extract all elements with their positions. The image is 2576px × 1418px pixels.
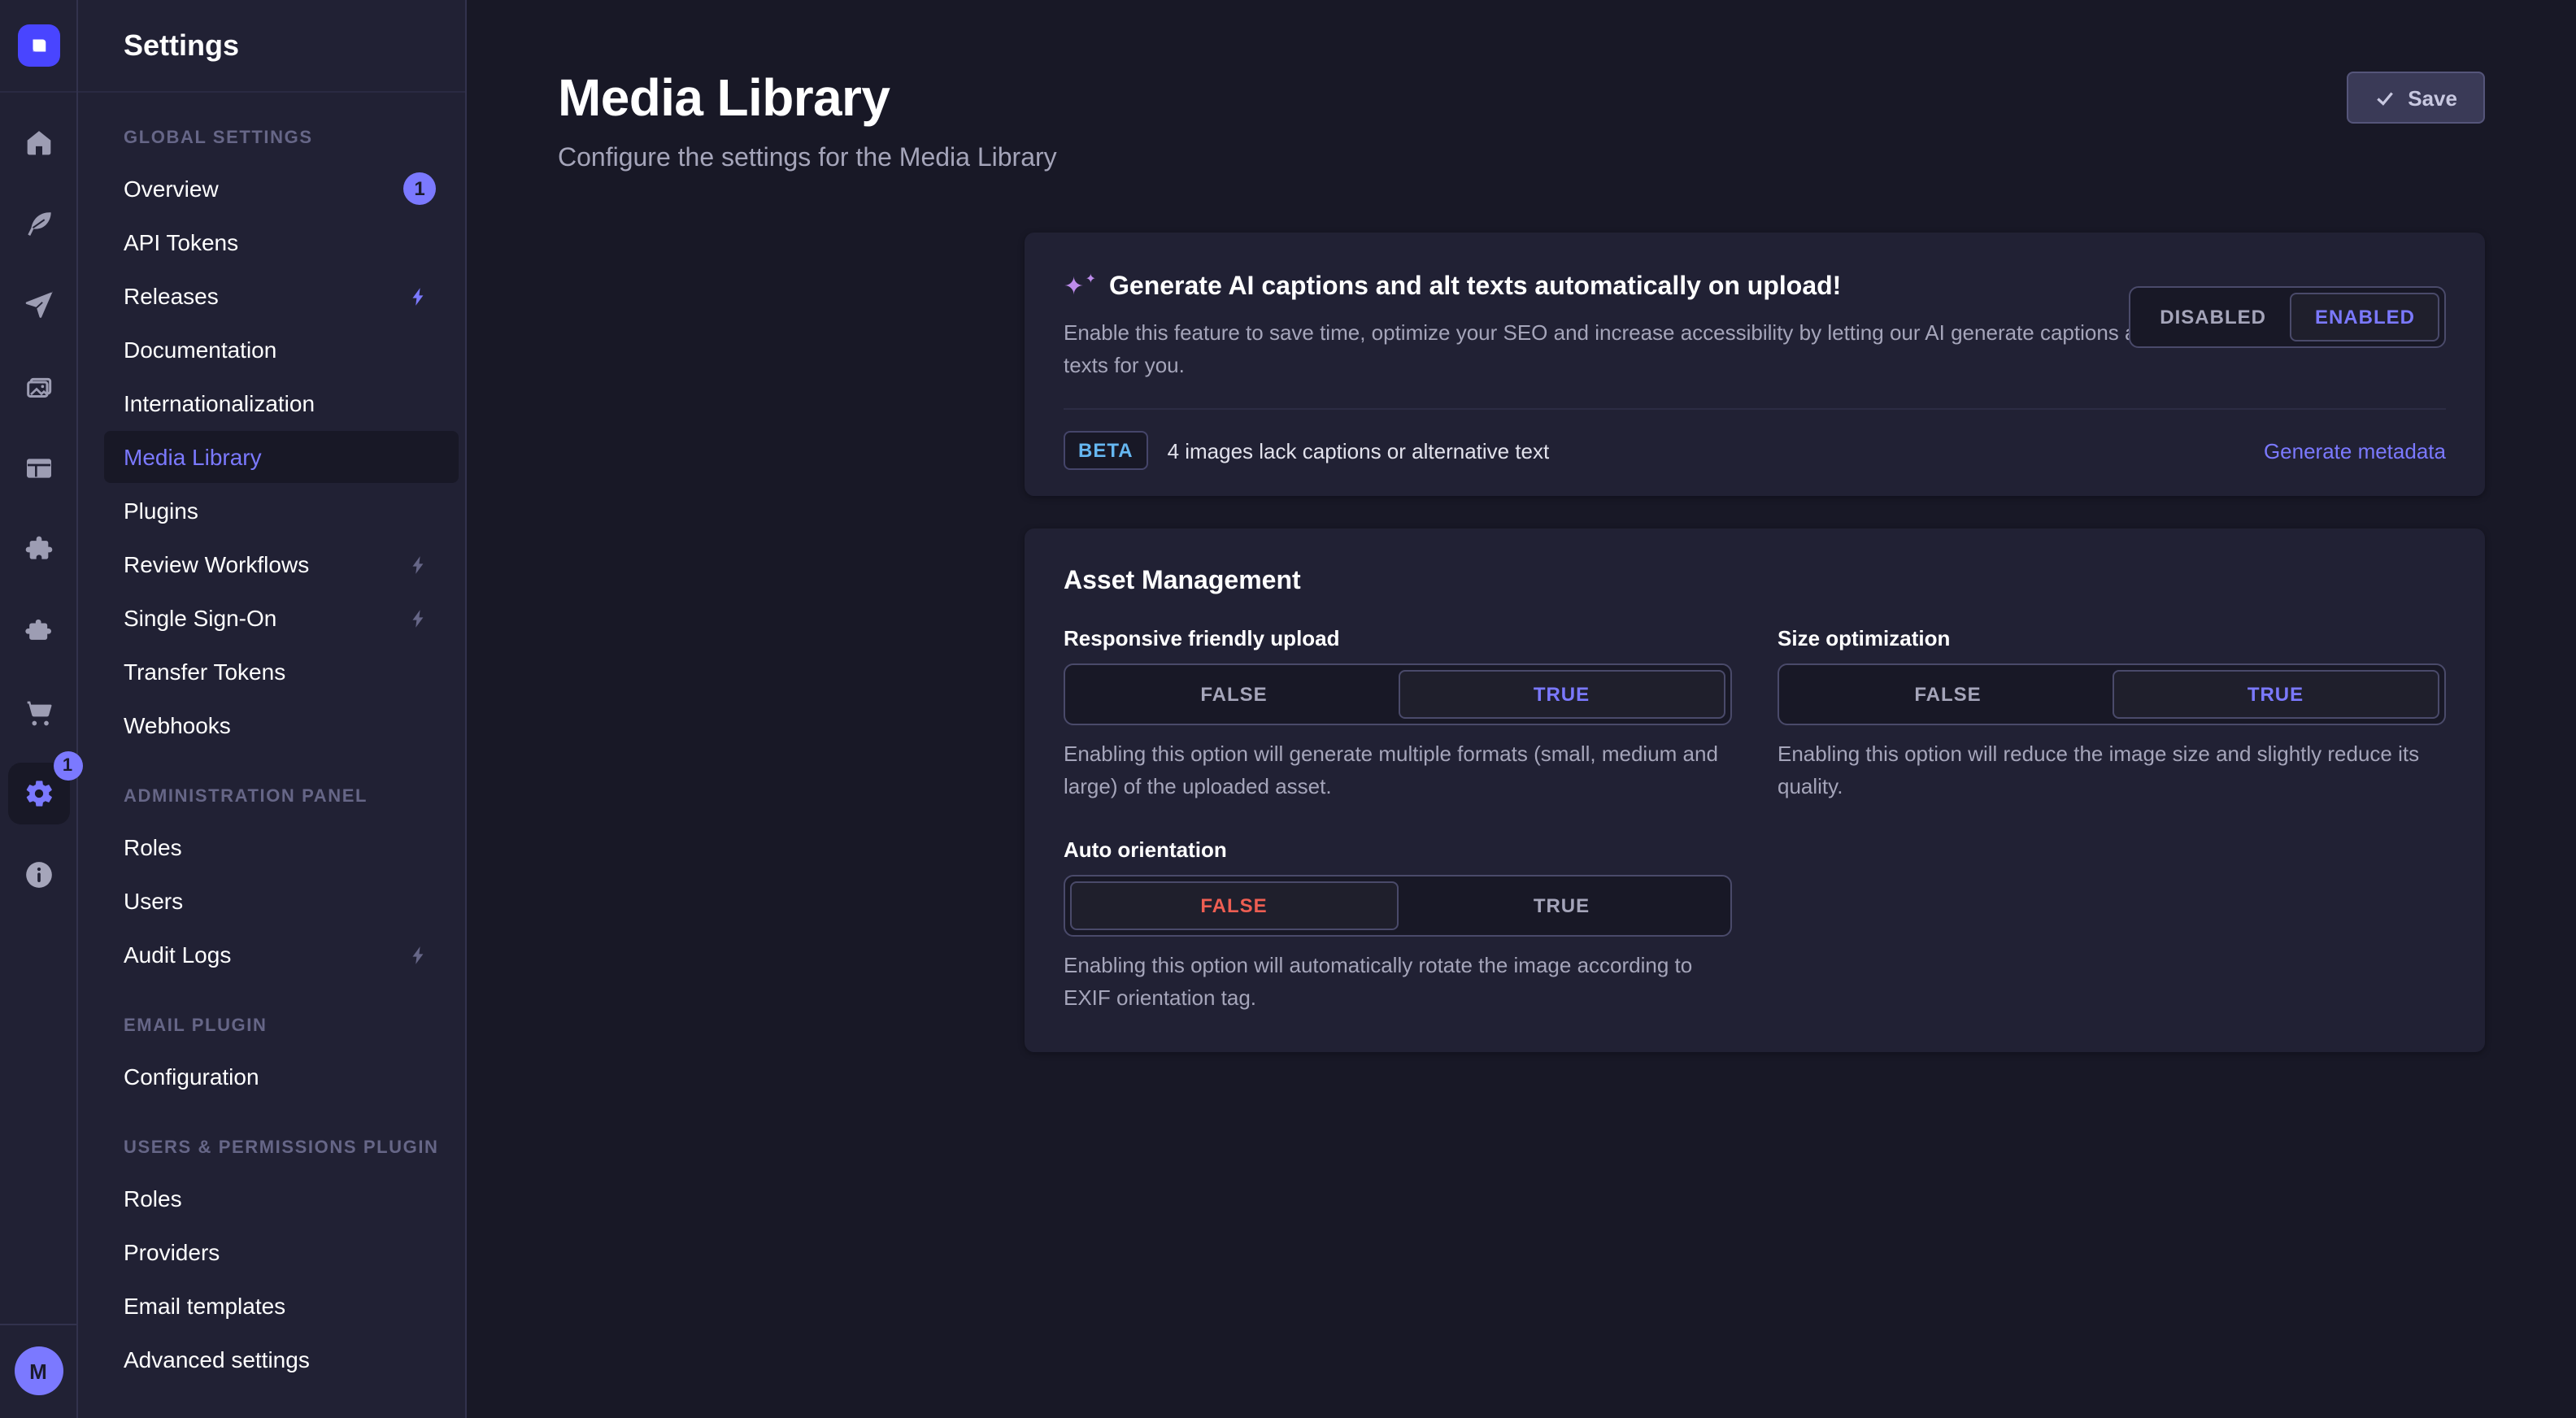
lightning-icon — [408, 554, 429, 575]
strapi-logo-icon — [24, 31, 53, 60]
content-type-builder-icon[interactable] — [6, 428, 71, 509]
sidebar-item-up-roles[interactable]: Roles — [104, 1172, 459, 1224]
asset-management-card: Asset Management Responsive friendly upl… — [1025, 528, 2485, 1052]
size-optimization-false-option[interactable]: FALSE — [1784, 670, 2112, 719]
missing-captions-status: 4 images lack captions or alternative te… — [1168, 439, 1550, 463]
sidebar-item-webhooks[interactable]: Webhooks — [104, 699, 459, 751]
sidebar-item-api-tokens[interactable]: API Tokens — [104, 216, 459, 268]
overview-badge: 1 — [403, 172, 436, 205]
settings-active-highlight: 1 — [7, 763, 69, 824]
stage: 1 M Settings GLOBAL SETTINGS — [0, 0, 2576, 1418]
asset-management-fields: Responsive friendly upload FALSE TRUE En… — [1064, 626, 2446, 1013]
auto-orientation-false-option[interactable]: FALSE — [1070, 881, 1398, 930]
sidebar-item-configuration[interactable]: Configuration — [104, 1050, 459, 1103]
banner-divider — [1064, 409, 2446, 411]
settings-gear-button[interactable]: 1 — [6, 753, 71, 834]
main-content: Media Library Configure the settings for… — [467, 0, 2576, 1418]
marketplace-icon[interactable] — [6, 590, 71, 672]
field-hint: Enabling this option will reduce the ima… — [1778, 738, 2446, 802]
field-hint: Enabling this option will generate multi… — [1064, 738, 1732, 802]
sidebar-item-email-templates[interactable]: Email templates — [104, 1280, 459, 1332]
deploy-icon[interactable] — [6, 265, 71, 346]
field-size-optimization: Size optimization FALSE TRUE Enabling th… — [1778, 626, 2446, 802]
page-title: Media Library — [558, 68, 2485, 128]
auto-orientation-toggle: FALSE TRUE — [1064, 875, 1732, 937]
save-button[interactable]: Save — [2346, 72, 2485, 124]
generate-metadata-link[interactable]: Generate metadata — [2264, 439, 2446, 463]
rail-bottom: M — [0, 1324, 76, 1418]
field-auto-orientation: Auto orientation FALSE TRUE Enabling thi… — [1064, 837, 1732, 1013]
sidebar-item-overview[interactable]: Overview 1 — [104, 163, 459, 215]
section-label: USERS & PERMISSIONS PLUGIN — [78, 1138, 465, 1158]
sidebar-sections: GLOBAL SETTINGS Overview 1 API Tokens Re… — [78, 93, 465, 1387]
ai-toggle-enabled-option[interactable]: ENABLED — [2291, 293, 2439, 341]
beta-badge: BETA — [1064, 432, 1148, 471]
check-icon — [2374, 87, 2395, 108]
save-button-label: Save — [2408, 85, 2457, 110]
page-subtitle: Configure the settings for the Media Lib… — [558, 145, 2485, 174]
info-button[interactable] — [6, 834, 71, 916]
nav-rail: 1 M — [0, 0, 78, 1418]
banner-description: Enable this feature to save time, optimi… — [1064, 317, 2267, 383]
sidebar-item-documentation[interactable]: Documentation — [104, 324, 459, 376]
sidebar-item-audit-logs[interactable]: Audit Logs — [104, 929, 459, 981]
field-label: Auto orientation — [1064, 837, 1732, 862]
lightning-icon — [408, 944, 429, 965]
section-label: GLOBAL SETTINGS — [78, 128, 465, 148]
size-optimization-true-option[interactable]: TRUE — [2112, 670, 2439, 719]
auto-orientation-true-option[interactable]: TRUE — [1398, 881, 1725, 930]
sidebar-item-review-workflows[interactable]: Review Workflows — [104, 538, 459, 590]
purchase-cart-icon[interactable] — [6, 672, 71, 753]
logo-area — [0, 0, 76, 93]
sidebar-item-internationalization[interactable]: Internationalization — [104, 377, 459, 429]
size-optimization-toggle: FALSE TRUE — [1778, 663, 2446, 725]
sidebar-item-advanced-settings[interactable]: Advanced settings — [104, 1333, 459, 1385]
user-avatar[interactable]: M — [14, 1346, 63, 1395]
ai-enabled-toggle: DISABLED ENABLED — [2129, 286, 2446, 348]
sidebar-item-media-library[interactable]: Media Library — [104, 431, 459, 483]
section-administration-panel: ADMINISTRATION PANEL Roles Users Audit L… — [78, 787, 465, 981]
section-users-permissions-plugin: USERS & PERMISSIONS PLUGIN Roles Provide… — [78, 1138, 465, 1385]
media-library-icon[interactable] — [6, 346, 71, 428]
lightning-icon — [408, 607, 429, 629]
ai-captions-banner: ✦✦ Generate AI captions and alt texts au… — [1025, 233, 2485, 497]
responsive-upload-true-option[interactable]: TRUE — [1398, 670, 1725, 719]
sidebar-item-providers[interactable]: Providers — [104, 1226, 459, 1278]
home-icon[interactable] — [6, 102, 71, 184]
responsive-upload-false-option[interactable]: FALSE — [1070, 670, 1398, 719]
sidebar-item-single-sign-on[interactable]: Single Sign-On — [104, 592, 459, 644]
sidebar-header: Settings — [78, 0, 465, 93]
sparkle-icon: ✦✦ — [1064, 272, 1093, 304]
gear-icon — [22, 777, 54, 810]
sidebar-item-admin-roles[interactable]: Roles — [104, 821, 459, 873]
sidebar-item-transfer-tokens[interactable]: Transfer Tokens — [104, 646, 459, 698]
ai-toggle-disabled-option[interactable]: DISABLED — [2135, 293, 2291, 341]
section-email-plugin: EMAIL PLUGIN Configuration — [78, 1016, 465, 1103]
responsive-upload-toggle: FALSE TRUE — [1064, 663, 1732, 725]
section-global-settings: GLOBAL SETTINGS Overview 1 API Tokens Re… — [78, 128, 465, 751]
sidebar-item-users[interactable]: Users — [104, 875, 459, 927]
field-responsive-friendly-upload: Responsive friendly upload FALSE TRUE En… — [1064, 626, 1732, 802]
settings-sidebar: Settings GLOBAL SETTINGS Overview 1 API … — [78, 0, 467, 1418]
section-label: ADMINISTRATION PANEL — [78, 787, 465, 807]
lightning-icon — [408, 285, 429, 307]
sidebar-item-releases[interactable]: Releases — [104, 270, 459, 322]
asset-management-title: Asset Management — [1064, 568, 2446, 597]
settings-notification-badge: 1 — [53, 751, 82, 781]
banner-title: Generate AI captions and alt texts autom… — [1109, 273, 1841, 302]
section-label: EMAIL PLUGIN — [78, 1016, 465, 1036]
strapi-logo[interactable] — [17, 24, 59, 67]
plugins-icon[interactable] — [6, 509, 71, 590]
content-icon[interactable] — [6, 184, 71, 265]
strapi-settings-app: 1 M Settings GLOBAL SETTINGS — [0, 0, 2576, 1418]
banner-footer-row: BETA 4 images lack captions or alternati… — [1064, 432, 2446, 471]
field-label: Responsive friendly upload — [1064, 626, 1732, 650]
rail-icon-list: 1 — [6, 102, 71, 916]
field-hint: Enabling this option will automatically … — [1064, 950, 1732, 1013]
sidebar-item-plugins[interactable]: Plugins — [104, 485, 459, 537]
page-header: Media Library Configure the settings for… — [467, 0, 2576, 174]
info-icon — [22, 859, 54, 891]
sidebar-title: Settings — [124, 28, 239, 63]
field-label: Size optimization — [1778, 626, 2446, 650]
